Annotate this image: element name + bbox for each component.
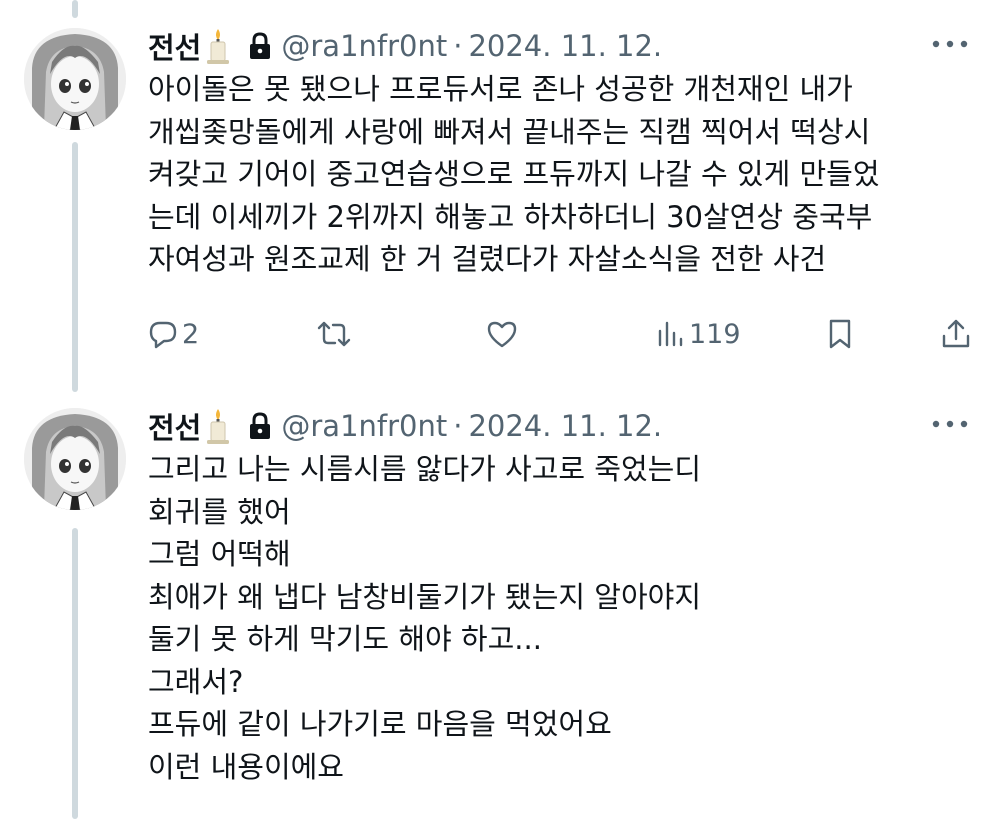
avatar[interactable]: [24, 408, 126, 510]
tweet-text-line: 둘기 못 하게 막기도 해야 하고...: [148, 622, 542, 656]
tweet-text-line: 최애가 왜 냅다 남창비둘기가 됐는지 알아야지: [148, 579, 702, 614]
display-name[interactable]: 전선: [148, 25, 201, 67]
display-name[interactable]: 전선: [148, 405, 201, 447]
handle[interactable]: @ra1nfr0nt: [281, 409, 447, 443]
tweet-text-line: 아이돌은 못 됐으나 프로듀서로 존나 성공한 개천재인 내가: [148, 72, 853, 106]
lock-icon: [247, 31, 273, 61]
tweet-header: 전선 @ra1nfr0nt · 2024. 11. 12.: [148, 26, 662, 66]
tweet-text-line: 켜갖고 기어이 중고연습생으로 프듀까지 나갈 수 있게 만들었: [148, 157, 880, 191]
more-options-icon[interactable]: [930, 32, 970, 56]
thread-line-top: [72, 0, 78, 18]
tweet[interactable]: 전선 @ra1nfr0nt · 2024. 11. 12.: [0, 26, 1000, 366]
candle-icon: [203, 407, 233, 445]
tweet-header: 전선 @ra1nfr0nt · 2024. 11. 12.: [148, 406, 662, 446]
tweet-text-line: 그럼 어떡해: [148, 537, 291, 571]
separator: ·: [453, 29, 463, 63]
tweet-text-line: 이런 내용이에요: [148, 749, 344, 784]
tweet-text-line: 는데 이세끼가 2위까지 해놓고 하차하더니 30살연상 중국부: [148, 199, 873, 234]
share-button[interactable]: [940, 314, 972, 354]
separator: ·: [453, 409, 463, 443]
tweet-text-line: 그래서?: [148, 664, 244, 699]
timestamp[interactable]: 2024. 11. 12.: [468, 29, 662, 63]
tweet-actions: 2 119: [0, 314, 1000, 354]
tweet-text-line: 회귀를 했어: [148, 494, 291, 529]
views-button[interactable]: 119: [655, 314, 741, 354]
tweet-text: 그리고 나는 시름시름 앓다가 사고로 죽었는디 회귀를 했어 그럼 어떡해 최…: [148, 448, 978, 788]
reply-count: 2: [182, 318, 200, 350]
tweet-text-line: 개씹좆망돌에게 사랑에 빠져서 끝내주는 직캠 찍어서 떡상시: [148, 114, 871, 149]
tweet-text: 아이돌은 못 됐으나 프로듀서로 존나 성공한 개천재인 내가 개씹좆망돌에게 …: [148, 68, 978, 281]
timestamp[interactable]: 2024. 11. 12.: [468, 409, 662, 443]
bookmark-icon: [826, 318, 854, 350]
retweet-button[interactable]: [316, 314, 352, 354]
share-icon: [940, 318, 972, 350]
tweet-text-line: 프듀에 같이 나가기로 마음을 먹었어요: [148, 707, 612, 741]
more-options-icon[interactable]: [930, 412, 970, 436]
handle[interactable]: @ra1nfr0nt: [281, 29, 447, 63]
bookmark-button[interactable]: [826, 314, 854, 354]
heart-icon: [486, 319, 518, 349]
reply-icon: [148, 319, 178, 349]
tweet-text-line: 자여성과 원조교제 한 거 걸렸다가 자살소식을 전한 사건: [148, 242, 827, 276]
retweet-icon: [316, 319, 352, 349]
like-button[interactable]: [486, 314, 518, 354]
views-icon: [655, 319, 685, 349]
lock-icon: [247, 411, 273, 441]
views-count: 119: [689, 318, 741, 350]
avatar[interactable]: [24, 28, 126, 130]
candle-icon: [203, 27, 233, 65]
reply-button[interactable]: 2: [148, 314, 199, 354]
tweet-text-line: 그리고 나는 시름시름 앓다가 사고로 죽었는디: [148, 452, 702, 486]
tweet[interactable]: 전선 @ra1nfr0nt · 2024. 11. 12.: [0, 406, 1000, 819]
